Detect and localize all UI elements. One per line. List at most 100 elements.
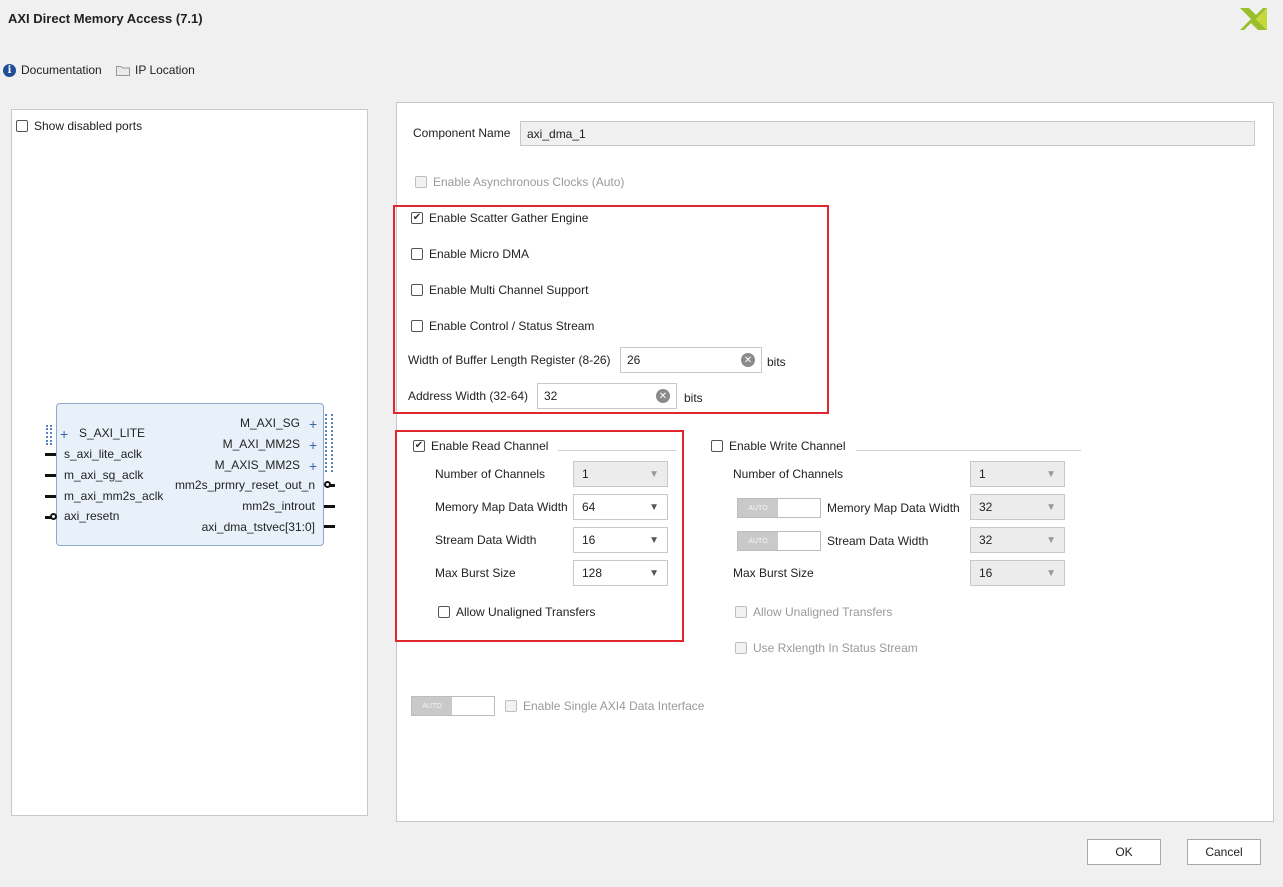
single-axi4-label: Enable Single AXI4 Data Interface	[523, 699, 705, 713]
s-axi-lite-bus-stub	[46, 425, 52, 445]
enable-control-status-label: Enable Control / Status Stream	[429, 319, 595, 333]
enable-write-channel-checkbox[interactable]	[711, 440, 723, 452]
single-axi4-option: Enable Single AXI4 Data Interface	[505, 699, 704, 713]
port-m-axi-sg: M_AXI_SG	[239, 416, 300, 430]
show-disabled-ports-label: Show disabled ports	[34, 119, 143, 133]
auto-toggle-single-axi4[interactable]: AUTO	[411, 696, 495, 716]
chevron-down-icon: ▼	[1046, 501, 1056, 513]
pin	[330, 484, 335, 487]
write-mm-data-width-select: 32 ▼	[970, 494, 1065, 520]
documentation-label: Documentation	[21, 63, 102, 77]
write-num-channels-label: Number of Channels	[733, 467, 844, 481]
port-m-axi-mm2s-aclk: m_axi_mm2s_aclk	[64, 489, 164, 503]
enable-read-channel-checkbox[interactable]	[413, 440, 425, 452]
read-mm-data-width-value: 64	[582, 500, 596, 514]
auto-toggle-knob: AUTO	[412, 697, 452, 715]
read-channel-title: Enable Read Channel	[431, 439, 549, 453]
port-m-axi-sg-aclk: m_axi_sg_aclk	[64, 468, 144, 482]
buffer-length-label: Width of Buffer Length Register (8-26)	[408, 353, 611, 367]
master-bus-stub	[325, 414, 333, 472]
read-max-burst-select[interactable]: 128 ▼	[573, 560, 668, 586]
buffer-length-value: 26	[627, 353, 641, 367]
enable-micro-dma-checkbox[interactable]	[411, 248, 423, 260]
port-axi-resetn: axi_resetn	[64, 509, 120, 523]
enable-read-channel-option[interactable]: Enable Read Channel	[413, 439, 548, 453]
window-title: AXI Direct Memory Access (7.1)	[8, 11, 203, 26]
ok-button[interactable]: OK	[1087, 839, 1161, 865]
folder-icon	[116, 65, 130, 76]
expand-plus-icon[interactable]: +	[60, 427, 68, 441]
read-num-channels-label: Number of Channels	[435, 467, 546, 481]
port-axi-dma-tstvec: axi_dma_tstvec[31:0]	[201, 520, 315, 534]
write-allow-unaligned-label: Allow Unaligned Transfers	[753, 605, 893, 619]
enable-write-channel-option[interactable]: Enable Write Channel	[711, 439, 846, 453]
clear-icon[interactable]: ✕	[656, 389, 670, 403]
address-width-value: 32	[544, 389, 558, 403]
active-low-bubble	[50, 513, 57, 520]
write-stream-data-width-value: 32	[979, 533, 993, 547]
address-width-unit: bits	[684, 391, 703, 405]
buffer-length-unit: bits	[767, 355, 786, 369]
port-m-axi-mm2s: M_AXI_MM2S	[222, 437, 300, 451]
read-stream-data-width-label: Stream Data Width	[435, 533, 537, 547]
read-allow-unaligned-checkbox[interactable]	[438, 606, 450, 618]
chevron-down-icon: ▼	[649, 567, 659, 579]
enable-control-status-option[interactable]: Enable Control / Status Stream	[411, 319, 594, 333]
component-name-value: axi_dma_1	[527, 126, 586, 141]
group-divider	[558, 450, 676, 451]
buffer-length-input[interactable]: 26 ✕	[620, 347, 762, 373]
read-mm-data-width-label: Memory Map Data Width	[435, 500, 568, 514]
async-clocks-checkbox	[415, 176, 427, 188]
pin	[324, 525, 335, 528]
auto-toggle-mm-data-width[interactable]: AUTO	[737, 498, 821, 518]
documentation-link[interactable]: i Documentation	[3, 63, 102, 77]
read-num-channels-value: 1	[582, 467, 589, 481]
address-width-label: Address Width (32-64)	[408, 389, 529, 403]
write-max-burst-select: 16 ▼	[970, 560, 1065, 586]
port-s-axi-lite-aclk: s_axi_lite_aclk	[64, 447, 143, 461]
chevron-down-icon: ▼	[649, 501, 659, 513]
expand-plus-icon[interactable]: +	[309, 417, 317, 431]
address-width-input[interactable]: 32 ✕	[537, 383, 677, 409]
write-allow-unaligned-option: Allow Unaligned Transfers	[735, 605, 892, 619]
write-max-burst-label: Max Burst Size	[733, 566, 814, 580]
enable-sg-option[interactable]: Enable Scatter Gather Engine	[411, 211, 588, 225]
write-channel-title: Enable Write Channel	[729, 439, 846, 453]
read-max-burst-value: 128	[582, 566, 603, 580]
ip-location-link[interactable]: IP Location	[116, 63, 195, 77]
enable-sg-label: Enable Scatter Gather Engine	[429, 211, 589, 225]
port-mm2s-prmry-reset-out-n: mm2s_prmry_reset_out_n	[174, 478, 315, 492]
pin	[45, 495, 56, 498]
enable-micro-dma-option[interactable]: Enable Micro DMA	[411, 247, 529, 261]
expand-plus-icon[interactable]: +	[309, 438, 317, 452]
enable-multi-channel-option[interactable]: Enable Multi Channel Support	[411, 283, 588, 297]
enable-control-status-checkbox[interactable]	[411, 320, 423, 332]
enable-sg-checkbox[interactable]	[411, 212, 423, 224]
enable-multi-channel-checkbox[interactable]	[411, 284, 423, 296]
use-rxlength-checkbox	[735, 642, 747, 654]
pin	[324, 505, 335, 508]
chevron-down-icon: ▼	[649, 534, 659, 546]
info-icon: i	[3, 63, 16, 77]
write-num-channels-value: 1	[979, 467, 986, 481]
read-allow-unaligned-option[interactable]: Allow Unaligned Transfers	[438, 605, 595, 619]
write-stream-data-width-select: 32 ▼	[970, 527, 1065, 553]
pin	[45, 474, 56, 477]
chevron-down-icon: ▼	[1046, 468, 1056, 480]
enable-micro-dma-label: Enable Micro DMA	[429, 247, 530, 261]
cancel-button[interactable]: Cancel	[1187, 839, 1261, 865]
write-mm-data-width-value: 32	[979, 500, 993, 514]
show-disabled-ports-checkbox[interactable]	[16, 120, 28, 132]
enable-multi-channel-label: Enable Multi Channel Support	[429, 283, 589, 297]
auto-toggle-stream-data-width[interactable]: AUTO	[737, 531, 821, 551]
port-mm2s-introut: mm2s_introut	[242, 499, 315, 513]
write-num-channels-select: 1 ▼	[970, 461, 1065, 487]
read-mm-data-width-select[interactable]: 64 ▼	[573, 494, 668, 520]
expand-plus-icon[interactable]: +	[309, 459, 317, 473]
component-name-input[interactable]: axi_dma_1	[520, 121, 1255, 146]
chevron-down-icon: ▼	[649, 468, 659, 480]
read-num-channels-select: 1 ▼	[573, 461, 668, 487]
show-disabled-ports-option[interactable]: Show disabled ports	[16, 119, 142, 133]
read-stream-data-width-select[interactable]: 16 ▼	[573, 527, 668, 553]
clear-icon[interactable]: ✕	[741, 353, 755, 367]
